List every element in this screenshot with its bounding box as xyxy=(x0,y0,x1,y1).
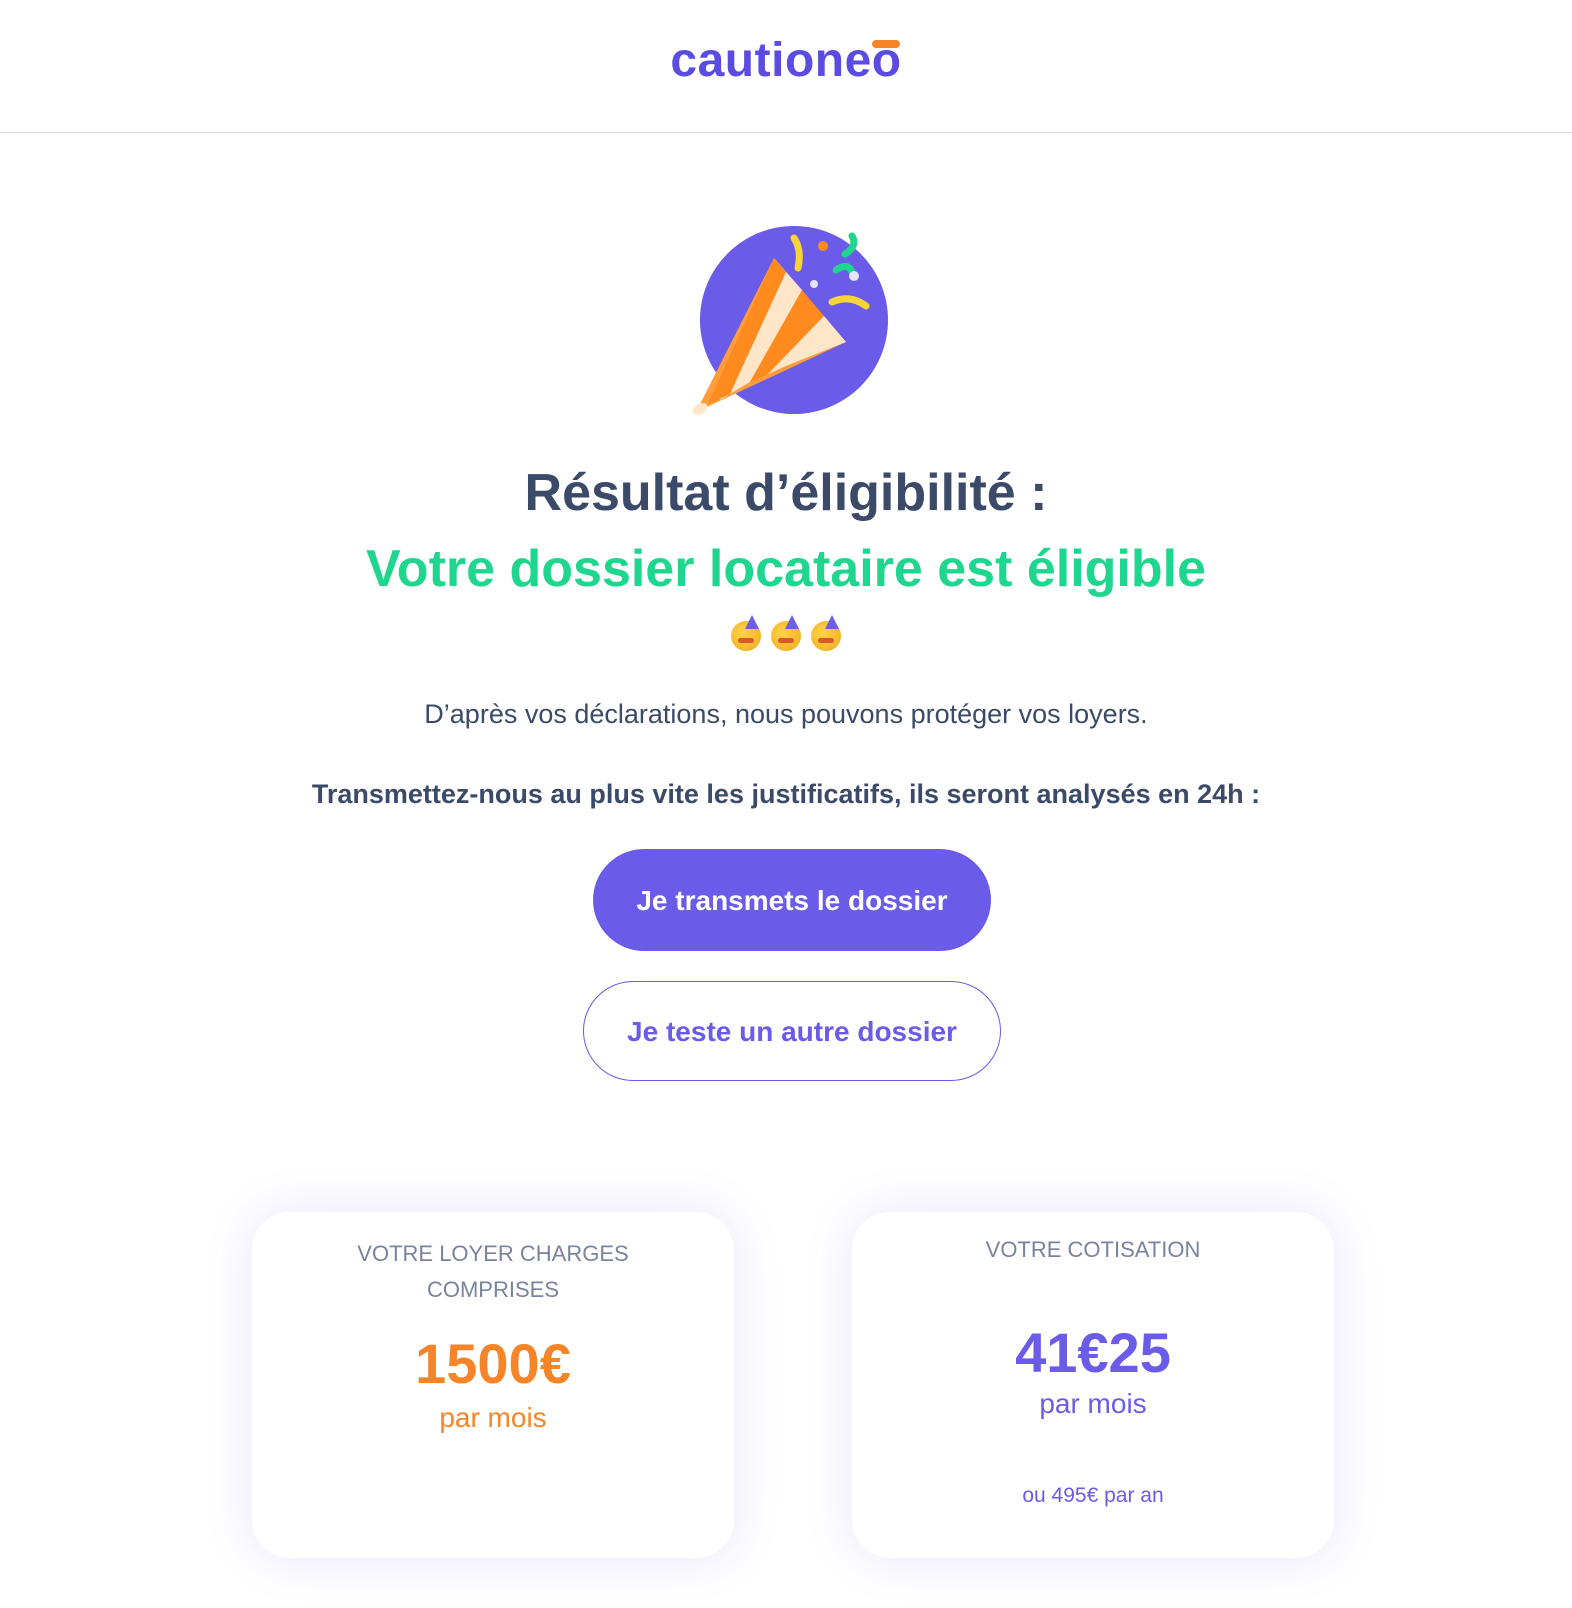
rent-period: par mois xyxy=(439,1402,547,1433)
contribution-value: 41€25 xyxy=(1015,1321,1171,1384)
test-another-dossier-button[interactable]: Je teste un autre dossier xyxy=(583,981,1001,1081)
eligibility-status: Votre dossier locataire est éligible xyxy=(365,540,1207,598)
rent-value: 1500€ xyxy=(415,1332,571,1395)
partying-face-icon xyxy=(771,614,801,651)
logo[interactable]: cautioneo xyxy=(0,30,1572,92)
page-title: Résultat d’éligibilité : xyxy=(524,464,1048,522)
submit-dossier-button[interactable]: Je transmets le dossier xyxy=(593,849,991,951)
intro-text: D’après vos déclarations, nous pouvons p… xyxy=(424,699,1148,729)
contribution-card: VOTRE COTISATION 41€25 par mois ou 495€ … xyxy=(852,1212,1334,1558)
site-header: cautioneo xyxy=(0,0,1572,133)
contribution-period: par mois xyxy=(1039,1388,1147,1419)
logo-text: cautioneo xyxy=(670,34,902,87)
contribution-yearly: ou 495€ par an xyxy=(1022,1484,1164,1507)
rent-label-line2: COMPRISES xyxy=(426,1277,560,1302)
party-popper-icon xyxy=(692,226,888,415)
rent-card: VOTRE LOYER CHARGES COMPRISES 1500€ par … xyxy=(252,1212,734,1558)
contribution-label: VOTRE COTISATION xyxy=(985,1237,1201,1262)
rent-label-line1: VOTRE LOYER CHARGES xyxy=(357,1241,629,1266)
partying-face-icon xyxy=(810,614,841,651)
call-to-action-text: Transmettez-nous au plus vite les justif… xyxy=(311,779,1261,809)
logo-accent-mark xyxy=(871,40,900,48)
celebration-emojis xyxy=(0,614,1572,654)
partying-face-icon xyxy=(731,614,762,651)
